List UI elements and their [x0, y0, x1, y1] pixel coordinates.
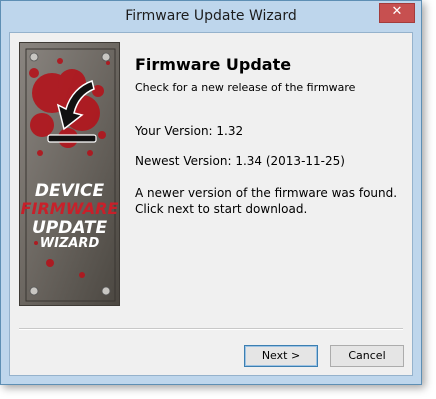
update-message-line-1: A newer version of the firmware was foun… [135, 186, 398, 200]
next-button[interactable]: Next > [244, 345, 318, 367]
brand-line-device: DEVICE [34, 181, 105, 201]
footer-separator [19, 328, 403, 330]
close-button[interactable]: ✕ [379, 3, 415, 23]
brand-line-update: UPDATE [31, 218, 108, 238]
brand-line-firmware: FIRMWARE [20, 199, 119, 218]
wizard-banner-image: DEVICE FIRMWARE UPDATE WIZARD [19, 42, 120, 306]
update-message: A newer version of the firmware was foun… [135, 185, 397, 217]
page-heading: Firmware Update [135, 55, 292, 74]
title-bar[interactable]: Firmware Update Wizard ✕ [1, 1, 421, 33]
update-message-line-2: Click next to start download. [135, 202, 308, 216]
wizard-window: Firmware Update Wizard ✕ DEVICE FIRMWARE… [0, 0, 422, 385]
newest-version-text: Newest Version: 1.34 (2013-11-25) [135, 154, 345, 168]
brand-line-wizard: WIZARD [39, 236, 100, 251]
window-title: Firmware Update Wizard [125, 8, 297, 24]
close-icon: ✕ [391, 4, 403, 19]
banner-graphic [20, 43, 119, 305]
your-version-text: Your Version: 1.32 [135, 124, 244, 138]
cancel-button[interactable]: Cancel [330, 345, 404, 367]
page-subheading: Check for a new release of the firmware [135, 81, 356, 94]
wizard-content-area: DEVICE FIRMWARE UPDATE WIZARD Firmware U… [9, 32, 413, 376]
